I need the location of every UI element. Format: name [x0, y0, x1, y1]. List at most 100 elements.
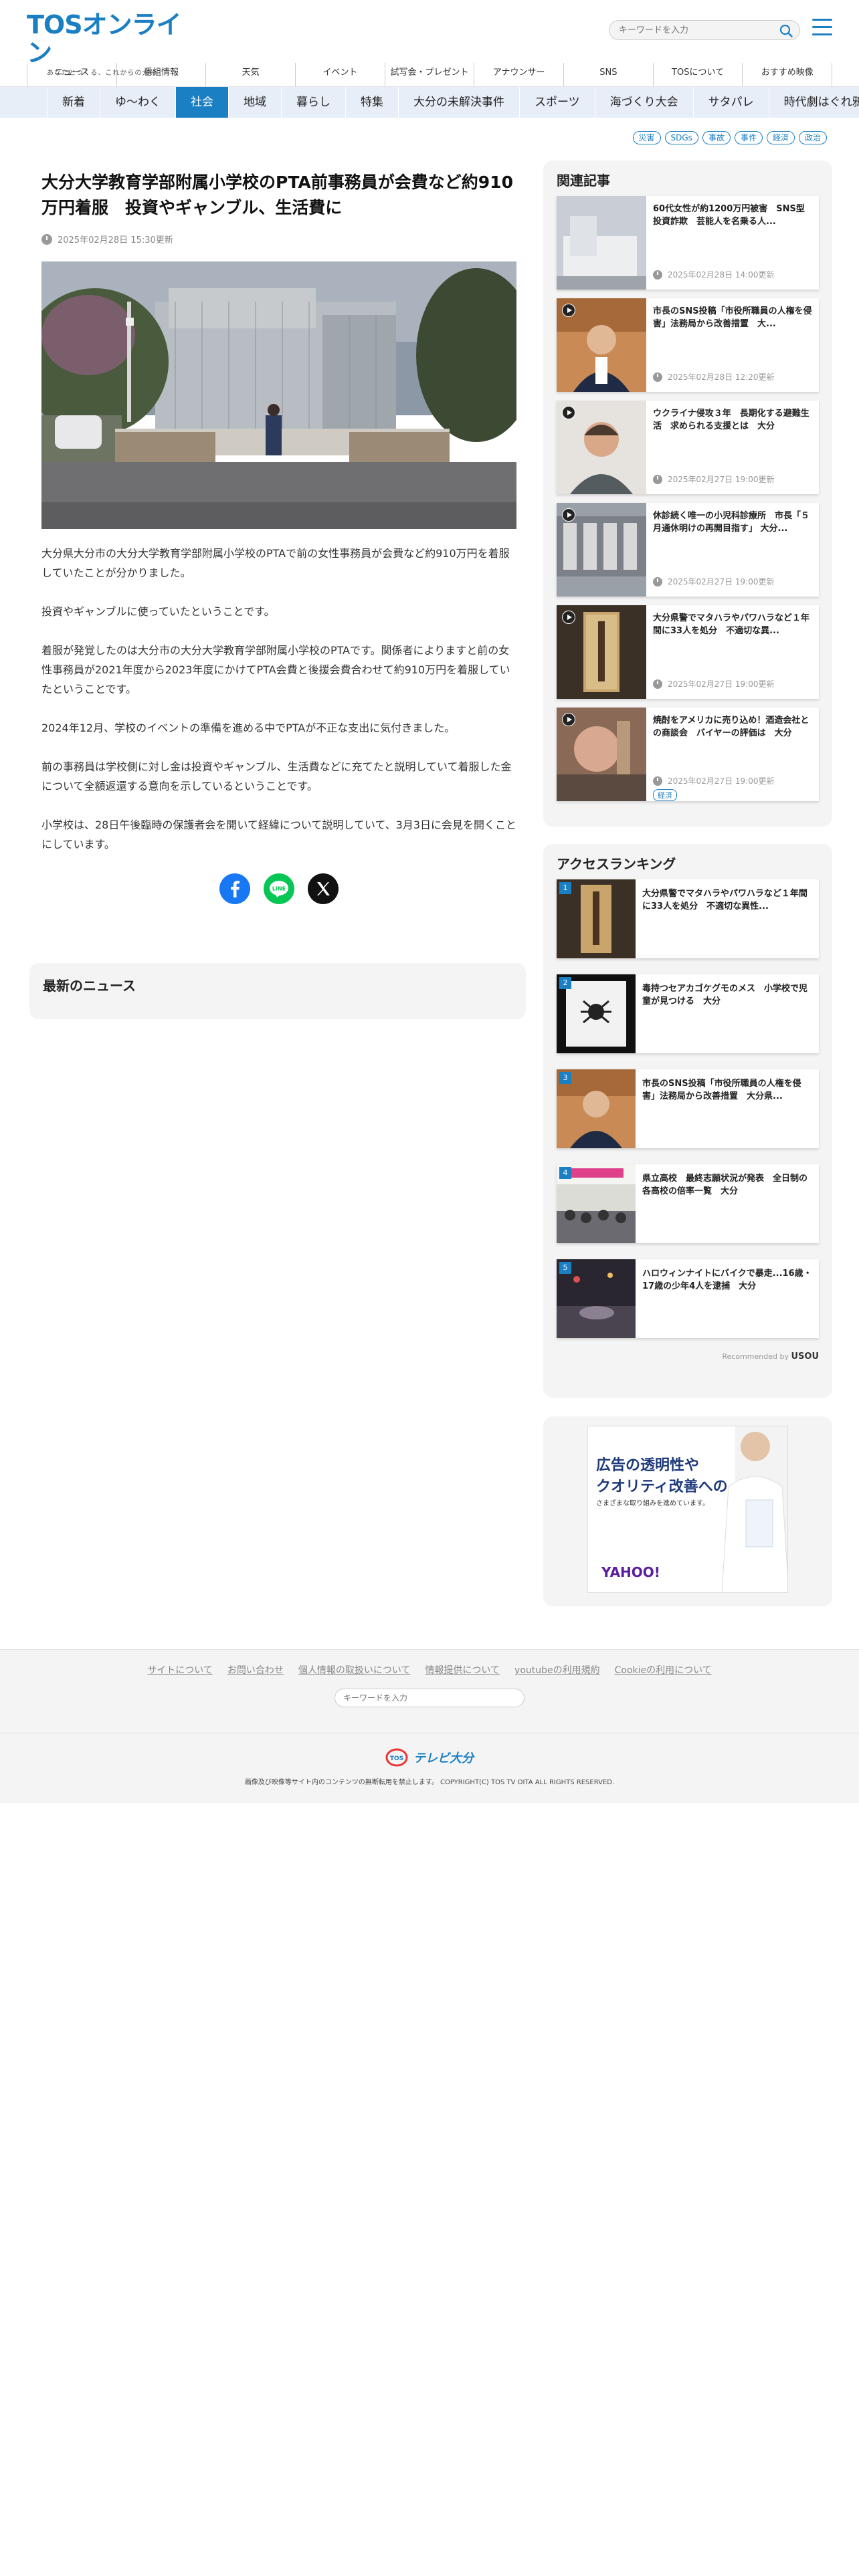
article-paragraph: 着服が発覚したのは大分市の大分大学教育学部附属小学校のPTAです。関係者によりま…	[41, 644, 510, 695]
video-play-icon	[562, 304, 575, 317]
video-play-icon	[562, 508, 575, 522]
tag-incident[interactable]: 事件	[734, 131, 763, 144]
related-article-card[interactable]: 市長のSNS投稿「市役所職員の人権を侵害」法務局から改善措置 大... 2025…	[557, 298, 819, 392]
category-nav: 新着 ゆ〜わく 社会 地域 暮らし 特集 大分の未解決事件 スポーツ 海づくり大…	[0, 87, 859, 118]
category-tab-new[interactable]: 新着	[47, 87, 100, 118]
category-tab-sports[interactable]: スポーツ	[520, 87, 595, 118]
ad-banner[interactable]: 広告の透明性や クオリティ改善への さまざまな取り組みを進めています。 YAHO…	[587, 1426, 788, 1593]
ranking-item-title: 県立高校 最終志願状況が発表 全日制の各高校の倍率一覧 大分	[642, 1174, 808, 1196]
share-buttons: LINE	[41, 873, 516, 904]
top-nav-presents[interactable]: 試写会・プレゼント	[384, 63, 474, 86]
line-icon: LINE	[270, 881, 288, 897]
search-input[interactable]	[609, 21, 770, 39]
line-share-button[interactable]: LINE	[264, 873, 294, 904]
top-nav-weather[interactable]: 天気	[205, 63, 295, 86]
tag-accident[interactable]: 事故	[702, 131, 731, 144]
facebook-share-button[interactable]	[219, 873, 250, 904]
rank-number-badge: 4	[559, 1167, 571, 1179]
category-tab-satapare[interactable]: サタパレ	[694, 87, 769, 118]
clock-icon	[653, 270, 662, 280]
top-nav-announcers[interactable]: アナウンサー	[474, 63, 563, 86]
access-ranking: アクセスランキング 1 大分県警でマタハラやパワハラなど１年間に33人を処分 不…	[543, 844, 832, 1398]
ranking-thumbnail: 2	[557, 974, 636, 1053]
clock-icon	[41, 233, 52, 245]
footer-link-cookie[interactable]: Cookieの利用について	[615, 1663, 712, 1677]
article-body: 大分県大分市の大分大学教育学部附属小学校のPTAで前の女性事務員が会費など約91…	[41, 544, 516, 854]
ranking-item-title: 市長のSNS投稿「市役所職員の人権を侵害」法務局から改善措置 大分県...	[642, 1079, 801, 1101]
top-nav-sns[interactable]: SNS	[563, 63, 653, 86]
clock-icon	[653, 474, 662, 484]
category-tab-features[interactable]: 特集	[346, 87, 399, 118]
related-article-tag[interactable]: 経済	[653, 789, 677, 801]
facebook-icon	[231, 881, 240, 897]
footer-link-tips[interactable]: 情報提供について	[425, 1663, 500, 1677]
x-share-button[interactable]	[308, 873, 339, 904]
related-article-title: ウクライナ侵攻３年 長期化する避難生活 求められる支援とは 大分	[653, 409, 809, 431]
video-play-icon	[562, 713, 575, 726]
clock-icon	[653, 372, 662, 382]
hamburger-menu-icon[interactable]	[812, 19, 832, 37]
category-tab-jidaigeki[interactable]: 時代劇はぐれ鴉	[769, 87, 859, 118]
uzou-logo[interactable]: USOU	[791, 1352, 819, 1362]
ranking-item[interactable]: 1 大分県警でマタハラやパワハラなど１年間に33人を処分 不適切な異性...	[557, 879, 819, 958]
related-article-date: 2025年02月28日 12:20更新	[653, 371, 774, 383]
article-date: 2025年02月28日 15:30更新	[41, 233, 516, 245]
top-nav-recommended-videos[interactable]: おすすめ映像	[742, 63, 833, 86]
footer-link-privacy[interactable]: 個人情報の取扱いについて	[298, 1663, 411, 1677]
x-icon	[317, 882, 330, 895]
tag-economy[interactable]: 経済	[766, 131, 795, 144]
copyright-text: 画像及び映像等サイト内のコンテンツの無断転用を禁止します。 COPYRIGHT(…	[244, 1779, 615, 1786]
top-nav-events[interactable]: イベント	[295, 63, 385, 86]
category-tab-yuwaku[interactable]: ゆ〜わく	[100, 87, 176, 118]
article-paragraph: 小学校は、28日午後臨時の保護者会を開いて経緯について説明していて、3月3日に会…	[41, 819, 516, 851]
footer-link-about[interactable]: サイトについて	[147, 1663, 213, 1677]
category-tab-society[interactable]: 社会	[176, 87, 229, 118]
footer-search-input[interactable]	[335, 1689, 509, 1707]
ranking-item[interactable]: 4 県立高校 最終志願状況が発表 全日制の各高校の倍率一覧 大分	[557, 1164, 819, 1243]
site-footer: サイトについて お問い合わせ 個人情報の取扱いについて 情報提供について you…	[0, 1649, 859, 1803]
tag-sdgs[interactable]: SDGs	[664, 131, 698, 144]
ranking-item[interactable]: 2 毒持つセアカゴケグモのメス 小学校で児童が見つける 大分	[557, 974, 819, 1053]
footer-link-contact[interactable]: お問い合わせ	[227, 1663, 284, 1677]
school-gate-photo	[41, 261, 516, 529]
header-search	[609, 20, 800, 40]
related-article-card[interactable]: 大分県警でマタハラやパワハラなど１年間に33人を処分 不適切な異... 2025…	[557, 605, 819, 699]
article-paragraph: 2024年12月、学校のイベントの準備を進める中でPTAが不正な支出に気付きまし…	[41, 722, 456, 734]
logo-main-text: TOSオンライン	[27, 10, 182, 68]
tag-list: 災害 SDGs 事故 事件 経済 政治	[0, 131, 859, 151]
clock-icon	[653, 679, 662, 689]
ranking-thumbnail: 3	[557, 1069, 636, 1148]
site-header: TOSオンライン あなたとつくる、これからの大分	[0, 0, 859, 77]
svg-text:TOS: TOS	[390, 1755, 403, 1762]
related-article-date: 2025年02月28日 14:00更新	[653, 269, 774, 280]
search-icon[interactable]	[779, 24, 793, 37]
tos-tv-oita-logo[interactable]: TOS テレビ大分	[0, 1748, 859, 1767]
tag-disaster[interactable]: 災害	[632, 131, 661, 144]
related-article-date: 2025年02月27日 19:00更新	[653, 678, 774, 689]
ranking-thumbnail: 1	[557, 879, 636, 958]
ranking-thumbnail: 4	[557, 1164, 636, 1243]
related-article-card[interactable]: ウクライナ侵攻３年 長期化する避難生活 求められる支援とは 大分 2025年02…	[557, 401, 819, 494]
related-article-card[interactable]: 休診続く唯一の小児科診療所 市長「５月通休明けの再開目指す」 大分... 202…	[557, 503, 819, 597]
category-tab-living[interactable]: 暮らし	[282, 87, 346, 118]
top-nav-about[interactable]: TOSについて	[652, 63, 743, 86]
article: 大分大学教育学部附属小学校のPTA前事務員が会費など約910万円着服 投資やギャ…	[41, 170, 516, 904]
related-article-title: 焼酎をアメリカに売り込め！酒造会社との商談会 バイヤーの評価は 大分	[653, 716, 809, 738]
footer-link-youtube-terms[interactable]: youtubeの利用規約	[514, 1663, 600, 1677]
related-article-title: 市長のSNS投稿「市役所職員の人権を侵害」法務局から改善措置 大...	[653, 306, 812, 329]
related-article-card[interactable]: 60代女性が約1200万円被害 SNS型投資詐欺 芸能人を名乗る人... 202…	[557, 196, 819, 290]
ranking-thumbnail: 5	[557, 1259, 636, 1338]
category-tab-unsolved-cases[interactable]: 大分の未解決事件	[399, 87, 520, 118]
article-paragraph: 前の事務員は学校側に対し金は投資やギャンブル、生活費などに充てたと説明していて着…	[41, 760, 512, 792]
ranking-item[interactable]: 5 ハロウィンナイトにバイクで暴走...16歳・17歳の少年4人を逮捕 大分	[557, 1259, 819, 1338]
clock-icon	[653, 576, 662, 586]
category-tab-sea-festival[interactable]: 海づくり大会	[595, 87, 694, 118]
ranking-item[interactable]: 3 市長のSNS投稿「市役所職員の人権を侵害」法務局から改善措置 大分県...	[557, 1069, 819, 1148]
category-tab-local[interactable]: 地域	[229, 87, 282, 118]
site-logo[interactable]: TOSオンライン あなたとつくる、これからの大分	[27, 11, 194, 77]
logo-tagline: あなたとつくる、これからの大分	[47, 70, 157, 77]
related-article-date: 2025年02月27日 19:00更新	[653, 473, 774, 485]
tag-politics[interactable]: 政治	[798, 131, 827, 144]
related-thumbnail	[557, 298, 646, 392]
related-article-card[interactable]: 焼酎をアメリカに売り込め！酒造会社との商談会 バイヤーの評価は 大分 2025年…	[557, 708, 819, 801]
